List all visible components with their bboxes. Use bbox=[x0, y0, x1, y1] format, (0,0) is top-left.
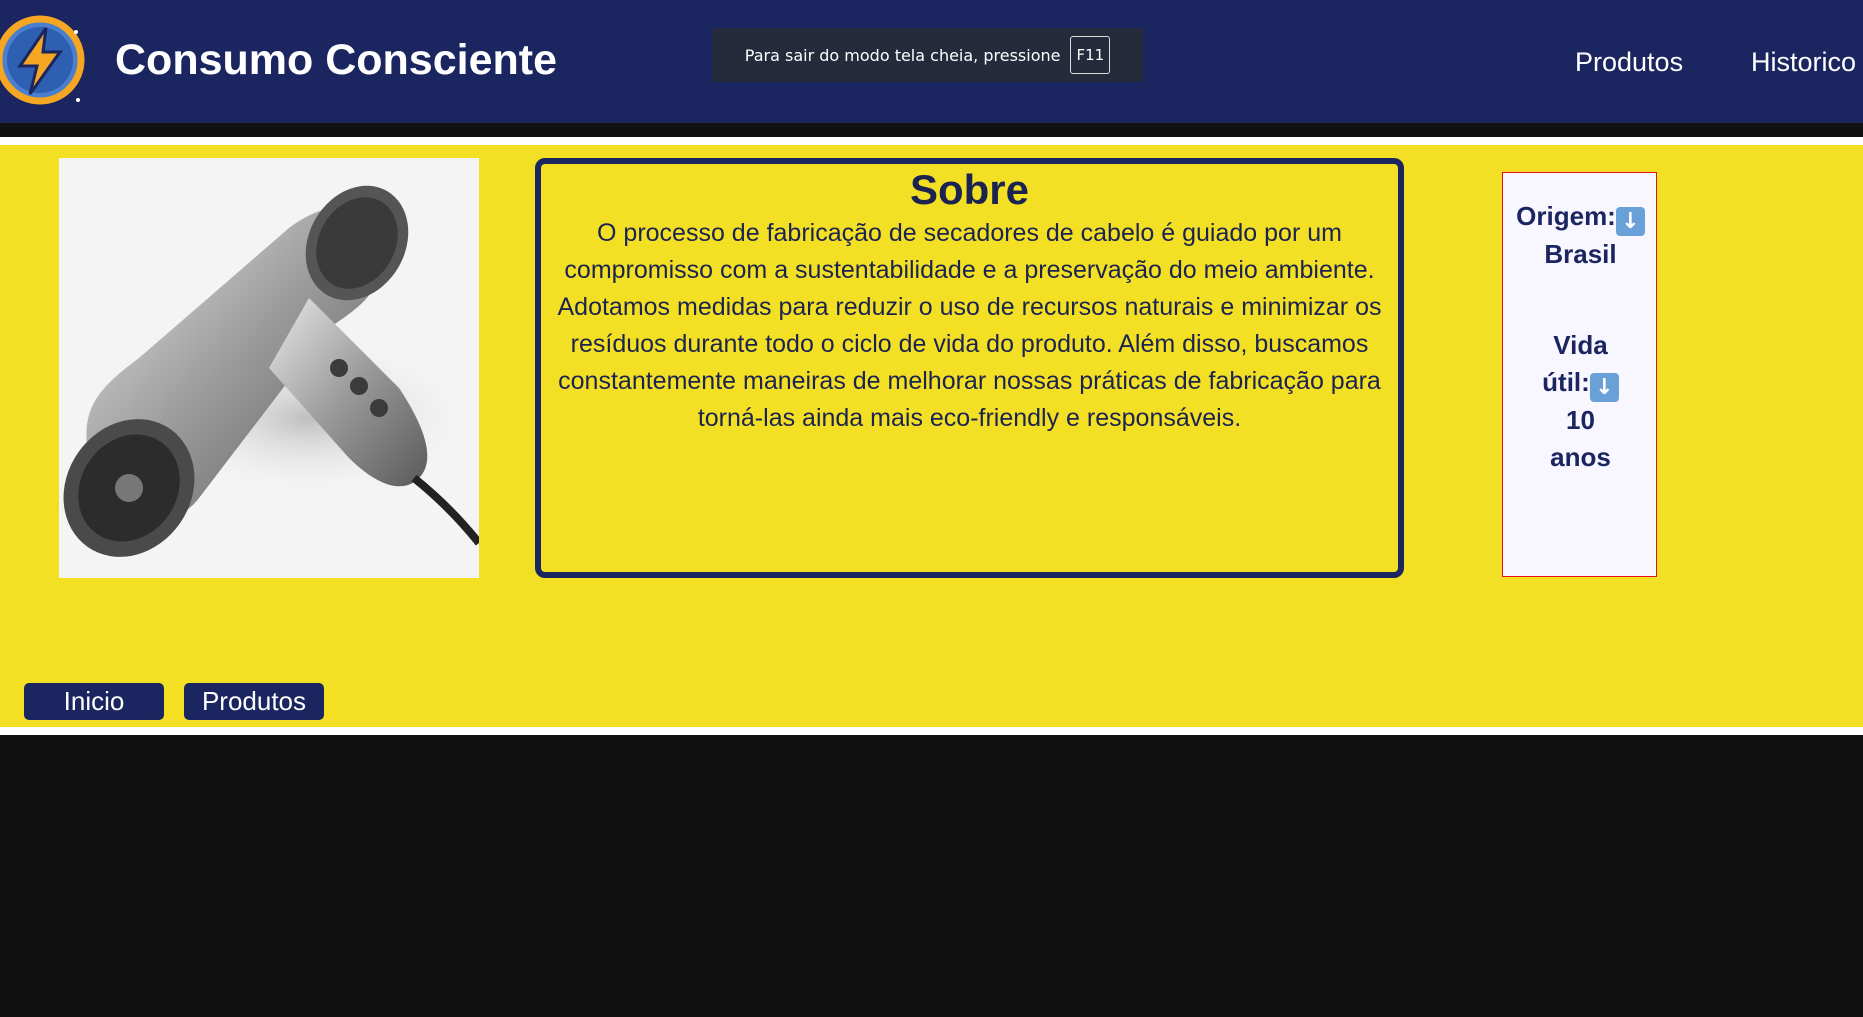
origin-label: Origem: bbox=[1516, 201, 1616, 231]
origin-value: Brasil bbox=[1544, 239, 1617, 269]
product-info-card: Origem: ↓ Brasil Vida útil: ↓ 10 anos bbox=[1502, 172, 1657, 577]
site-header: Consumo Consciente Para sair do modo tel… bbox=[0, 0, 1863, 123]
site-title: Consumo Consciente bbox=[115, 36, 557, 84]
lifespan-value-unit: anos bbox=[1550, 442, 1611, 472]
f11-key-badge: F11 bbox=[1070, 36, 1111, 74]
fullscreen-notice-text: Para sair do modo tela cheia, pressione bbox=[744, 45, 1061, 65]
lifespan-label-line2: útil: bbox=[1542, 367, 1590, 397]
lifespan-info: Vida útil: ↓ 10 anos bbox=[1503, 327, 1658, 476]
nav-link-historico[interactable]: Historico bbox=[1751, 45, 1856, 79]
produtos-button[interactable]: Produtos bbox=[184, 683, 324, 720]
lifespan-value-number: 10 bbox=[1566, 405, 1595, 435]
about-panel: Sobre O processo de fabricação de secado… bbox=[535, 158, 1404, 578]
bottom-white-divider bbox=[0, 727, 1863, 735]
origin-info: Origem: ↓ Brasil bbox=[1503, 198, 1658, 273]
header-divider bbox=[0, 123, 1863, 137]
inicio-button[interactable]: Inicio bbox=[24, 683, 164, 720]
fullscreen-exit-notice: Para sair do modo tela cheia, pressione … bbox=[712, 28, 1143, 82]
about-description: O processo de fabricação de secadores de… bbox=[557, 219, 1382, 432]
down-arrow-emoji-icon: ↓ bbox=[1589, 373, 1619, 402]
top-white-divider bbox=[0, 137, 1863, 145]
about-title: Sobre bbox=[909, 166, 1030, 213]
lifespan-label-line1: Vida bbox=[1553, 330, 1608, 360]
lightning-logo-icon[interactable] bbox=[0, 14, 86, 106]
hair-dryer-image bbox=[59, 158, 479, 578]
product-section: Sobre O processo de fabricação de secado… bbox=[0, 145, 1863, 727]
down-arrow-emoji-icon: ↓ bbox=[1615, 207, 1645, 236]
nav-link-produtos[interactable]: Produtos bbox=[1575, 45, 1683, 79]
